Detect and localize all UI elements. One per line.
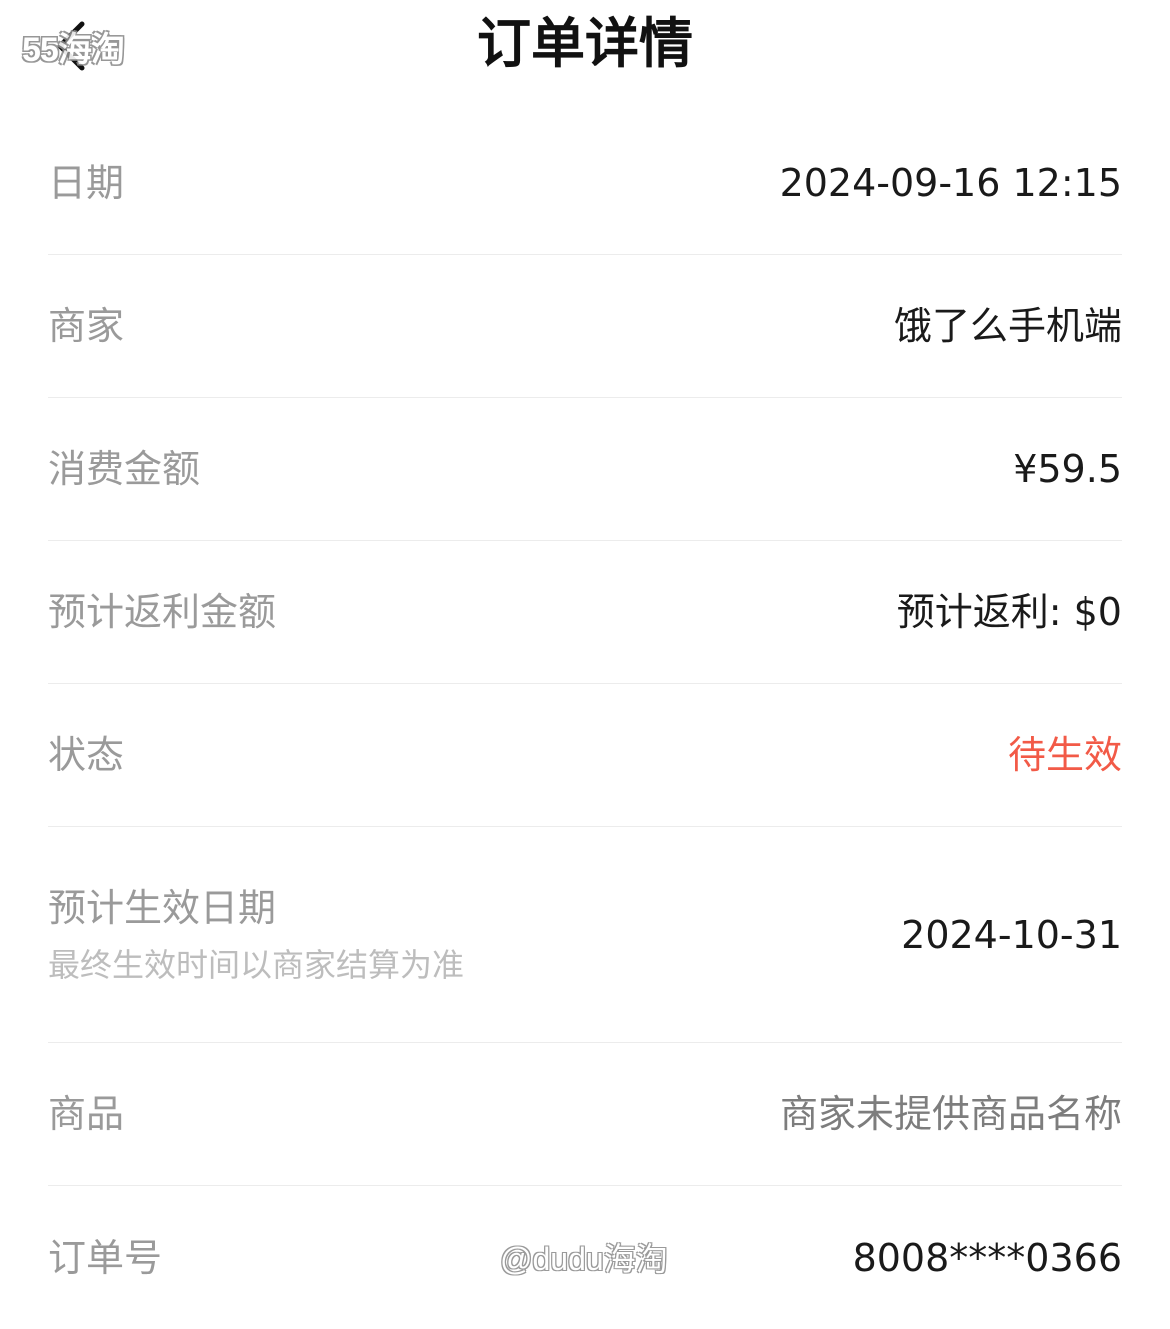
row-value-rebate: 预计返利: $0 [896, 590, 1122, 634]
row-effective-date: 预计生效日期 最终生效时间以商家结算为准 2024-10-31 [48, 827, 1122, 1043]
row-value-effective-date: 2024-10-31 [901, 912, 1122, 957]
row-value-amount: ¥59.5 [1013, 447, 1122, 491]
row-note-effective-date: 最终生效时间以商家结算为准 [48, 945, 465, 984]
order-detail-list: 日期 2024-09-16 12:15 商家 饿了么手机端 消费金额 ¥59.5… [48, 112, 1122, 1329]
row-label-rebate: 预计返利金额 [48, 590, 277, 634]
row-value-order-number[interactable]: 8008****0366 [853, 1234, 1122, 1282]
row-label-merchant: 商家 [48, 304, 125, 348]
row-status: 状态 待生效 [48, 684, 1122, 827]
row-date: 日期 2024-09-16 12:15 [48, 112, 1122, 255]
watermark-text: @dudu海淘 [500, 1241, 668, 1277]
row-value-date: 2024-09-16 12:15 [779, 161, 1122, 205]
row-label-effective-date: 预计生效日期 [48, 885, 277, 930]
row-label-product: 商品 [48, 1092, 125, 1136]
row-product: 商品 商家未提供商品名称 [48, 1043, 1122, 1186]
row-value-product: 商家未提供商品名称 [779, 1092, 1122, 1136]
row-amount: 消费金额 ¥59.5 [48, 398, 1122, 541]
row-rebate: 预计返利金额 预计返利: $0 [48, 541, 1122, 684]
row-label-amount: 消费金额 [48, 447, 201, 491]
row-value-merchant: 饿了么手机端 [893, 304, 1122, 348]
nav-bar: 55海淘 订单详情 [0, 0, 1170, 96]
row-label-status: 状态 [48, 733, 125, 777]
status-badge: 待生效 [1007, 733, 1122, 777]
row-label-order-number: 订单号 [48, 1235, 163, 1280]
row-label-date: 日期 [48, 161, 125, 205]
page-title: 订单详情 [477, 12, 693, 75]
row-merchant: 商家 饿了么手机端 [48, 255, 1122, 398]
